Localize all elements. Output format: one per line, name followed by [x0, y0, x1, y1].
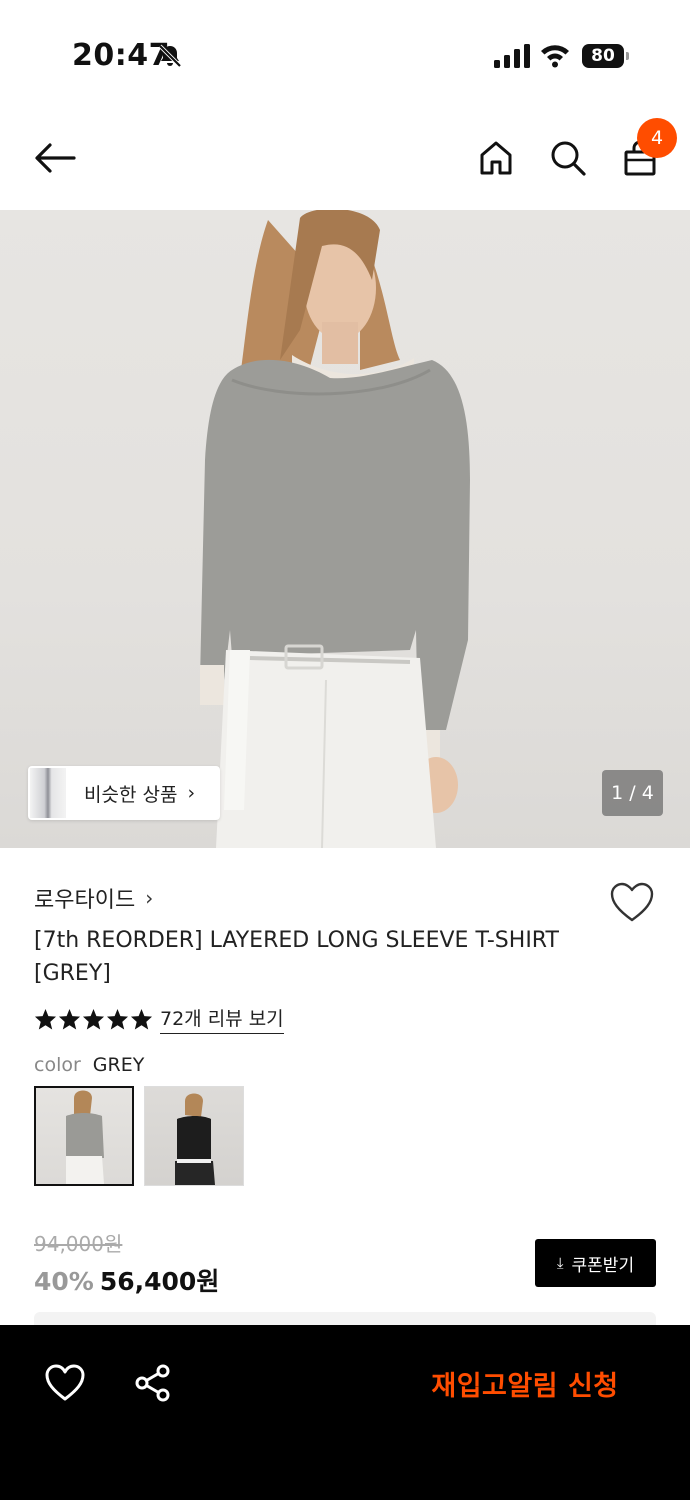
color-key: color — [34, 1054, 81, 1076]
image-page-counter: 1 / 4 — [602, 770, 663, 816]
discount-rate: 40% — [34, 1267, 94, 1296]
chevron-right-icon: › — [187, 782, 196, 804]
sale-price: 56,400원 — [99, 1267, 220, 1296]
product-image-carousel[interactable]: 비슷한 상품 › 1 / 4 — [0, 210, 690, 848]
price-row: 40% 56,400원 — [34, 1262, 219, 1298]
brand-name: 로우타이드 — [34, 888, 136, 913]
similar-products-label: 비슷한 상품 — [84, 783, 178, 806]
wishlist-button[interactable] — [608, 880, 656, 924]
rating-row: 72개 리뷰 보기 — [34, 1004, 284, 1034]
heart-icon — [610, 882, 654, 922]
home-icon — [480, 141, 512, 175]
similar-product-thumbnail — [30, 768, 66, 818]
home-button[interactable] — [472, 134, 520, 182]
color-row: color GREY — [34, 1054, 144, 1076]
cart-count-badge: 4 — [637, 118, 677, 158]
get-coupon-button[interactable]: ⤓ 쿠폰받기 — [535, 1239, 656, 1287]
back-button[interactable] — [31, 134, 79, 182]
reviews-link[interactable]: 72개 리뷰 보기 — [160, 1004, 284, 1034]
brand-link[interactable]: 로우타이드 › — [34, 882, 153, 914]
star-icon — [82, 1008, 105, 1030]
bell-slash-icon — [158, 44, 182, 68]
swatch-photo — [175, 1093, 215, 1185]
rating-stars — [34, 1008, 154, 1030]
color-swatch-black[interactable] — [144, 1086, 244, 1186]
download-icon: ⤓ — [556, 1254, 564, 1272]
battery-icon: 80 — [582, 44, 630, 68]
status-bar: 20:47 80 — [0, 0, 690, 100]
cellular-signal-icon — [494, 44, 530, 68]
color-value: GREY — [92, 1054, 145, 1076]
original-price: 94,000원 — [34, 1232, 123, 1256]
wifi-icon — [541, 45, 569, 68]
coupon-label: 쿠폰받기 — [571, 1255, 635, 1276]
arrow-left-icon — [35, 143, 76, 173]
bottom-action-bar: 재입고알림 신청 — [0, 1325, 690, 1500]
star-icon — [130, 1008, 153, 1030]
search-button[interactable] — [544, 134, 592, 182]
chevron-right-icon: › — [145, 886, 154, 910]
restock-alert-button[interactable]: 재입고알림 신청 — [400, 1355, 650, 1411]
similar-products-button[interactable]: 비슷한 상품 › — [28, 766, 220, 820]
product-photo — [200, 210, 470, 848]
info-panel-edge — [34, 1312, 656, 1326]
top-nav — [0, 110, 690, 206]
search-icon — [551, 141, 586, 176]
swatch-photo — [66, 1090, 104, 1184]
heart-icon[interactable] — [44, 1363, 86, 1403]
battery-level: 80 — [582, 44, 624, 68]
star-icon — [34, 1008, 57, 1030]
share-icon[interactable] — [133, 1363, 173, 1403]
product-title: [7th REORDER] LAYERED LONG SLEEVE T-SHIR… — [34, 928, 559, 986]
color-swatch-grey[interactable] — [34, 1086, 134, 1186]
star-icon — [106, 1008, 129, 1030]
star-icon — [58, 1008, 81, 1030]
